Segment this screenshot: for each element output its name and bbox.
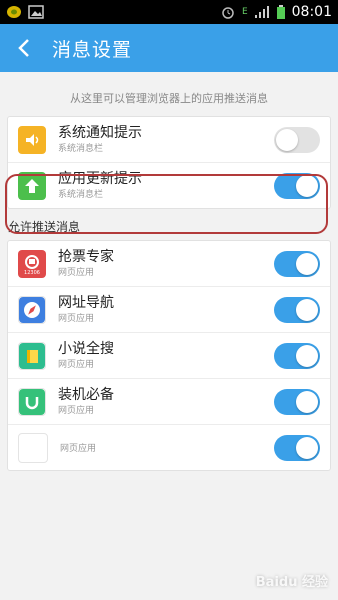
list-item: 网址导航 网页应用 bbox=[8, 286, 330, 332]
clock: 08:01 bbox=[291, 4, 332, 20]
battery-icon bbox=[276, 5, 286, 19]
svg-text:12306: 12306 bbox=[24, 270, 40, 275]
list-item: 装机必备 网页应用 bbox=[8, 378, 330, 424]
item-subtitle: 网页应用 bbox=[58, 314, 95, 324]
item-name: 应用更新提示 bbox=[58, 171, 142, 187]
app-notification-icon bbox=[6, 5, 22, 19]
image-notification-icon bbox=[28, 5, 44, 19]
item-text: 网址导航 网页应用 bbox=[58, 295, 274, 324]
system-settings-card: 系统通知提示 系统消息栏 应用更新提示 系统消息栏 bbox=[7, 116, 331, 209]
list-item: 系统通知提示系统消息栏 bbox=[8, 117, 330, 162]
list-item: 应用更新提示系统消息栏 bbox=[8, 162, 330, 208]
signal-icon bbox=[254, 5, 270, 19]
toggle-knob bbox=[276, 128, 298, 151]
back-button[interactable] bbox=[6, 24, 42, 72]
train-icon: 1230612306 bbox=[18, 249, 46, 278]
description-text: 从这里可以管理浏览器上的应用推送消息 bbox=[70, 92, 268, 105]
magnet-icon bbox=[18, 387, 46, 416]
item-subtitle: 系统消息栏 bbox=[58, 190, 104, 200]
toggle-knob bbox=[296, 436, 318, 459]
status-bar: E 08:01 bbox=[0, 0, 338, 24]
item-text: 抢票专家 网页应用 bbox=[58, 249, 274, 278]
list-item: 1230612306 抢票专家网页应用 bbox=[8, 241, 330, 286]
item-name: 小说全搜 bbox=[58, 341, 114, 357]
compass-icon bbox=[18, 295, 46, 324]
list-item: 小说全搜 网页应用 bbox=[8, 332, 330, 378]
list-item: 网页应用 bbox=[8, 424, 330, 470]
item-subtitle: 网页应用 bbox=[58, 406, 95, 416]
section-title: 允许推送消息 bbox=[8, 220, 81, 234]
toggle-knob bbox=[296, 298, 318, 321]
item-text: 小说全搜 网页应用 bbox=[58, 341, 274, 370]
toggle-knob bbox=[296, 390, 318, 413]
item-text: 网页应用 bbox=[60, 441, 274, 454]
item-text: 装机必备 网页应用 bbox=[58, 387, 274, 416]
page-title: 消息设置 bbox=[52, 38, 133, 61]
toggle-knob bbox=[296, 252, 318, 275]
item-subtitle: 网页应用 bbox=[58, 360, 95, 370]
title-bar: 消息设置 bbox=[0, 24, 338, 72]
item-text: 应用更新提示系统消息栏 bbox=[58, 171, 274, 200]
item-subtitle: 网页应用 bbox=[60, 444, 97, 454]
push-apps-card: 1230612306抢票专家网页应用网址导航网页应用小说全搜网页应用装机必备网页… bbox=[7, 240, 331, 471]
item-name: 系统通知提示 bbox=[58, 125, 142, 141]
book-icon bbox=[18, 341, 46, 370]
blank-app-icon bbox=[18, 432, 48, 463]
toggle-switch[interactable] bbox=[274, 388, 320, 415]
speaker-icon bbox=[18, 125, 46, 154]
back-arrow-icon bbox=[18, 39, 29, 57]
toggle-switch[interactable] bbox=[274, 250, 320, 277]
toggle-switch[interactable] bbox=[274, 126, 320, 153]
watermark: Baidu 经验 bbox=[255, 575, 328, 590]
toggle-switch[interactable] bbox=[274, 296, 320, 323]
item-text: 系统通知提示系统消息栏 bbox=[58, 125, 274, 154]
item-subtitle: 系统消息栏 bbox=[58, 144, 104, 154]
network-type: E bbox=[241, 7, 248, 17]
up-arrow-icon bbox=[18, 171, 46, 200]
toggle-switch[interactable] bbox=[274, 172, 320, 199]
toggle-knob bbox=[296, 344, 318, 367]
item-name: 网址导航 bbox=[58, 295, 114, 311]
toggle-switch[interactable] bbox=[274, 434, 320, 461]
toggle-knob bbox=[296, 174, 318, 197]
item-name: 抢票专家 bbox=[58, 249, 114, 265]
toggle-switch[interactable] bbox=[274, 342, 320, 369]
item-name: 装机必备 bbox=[58, 387, 114, 403]
alarm-icon bbox=[220, 5, 236, 19]
item-subtitle: 网页应用 bbox=[58, 268, 95, 278]
